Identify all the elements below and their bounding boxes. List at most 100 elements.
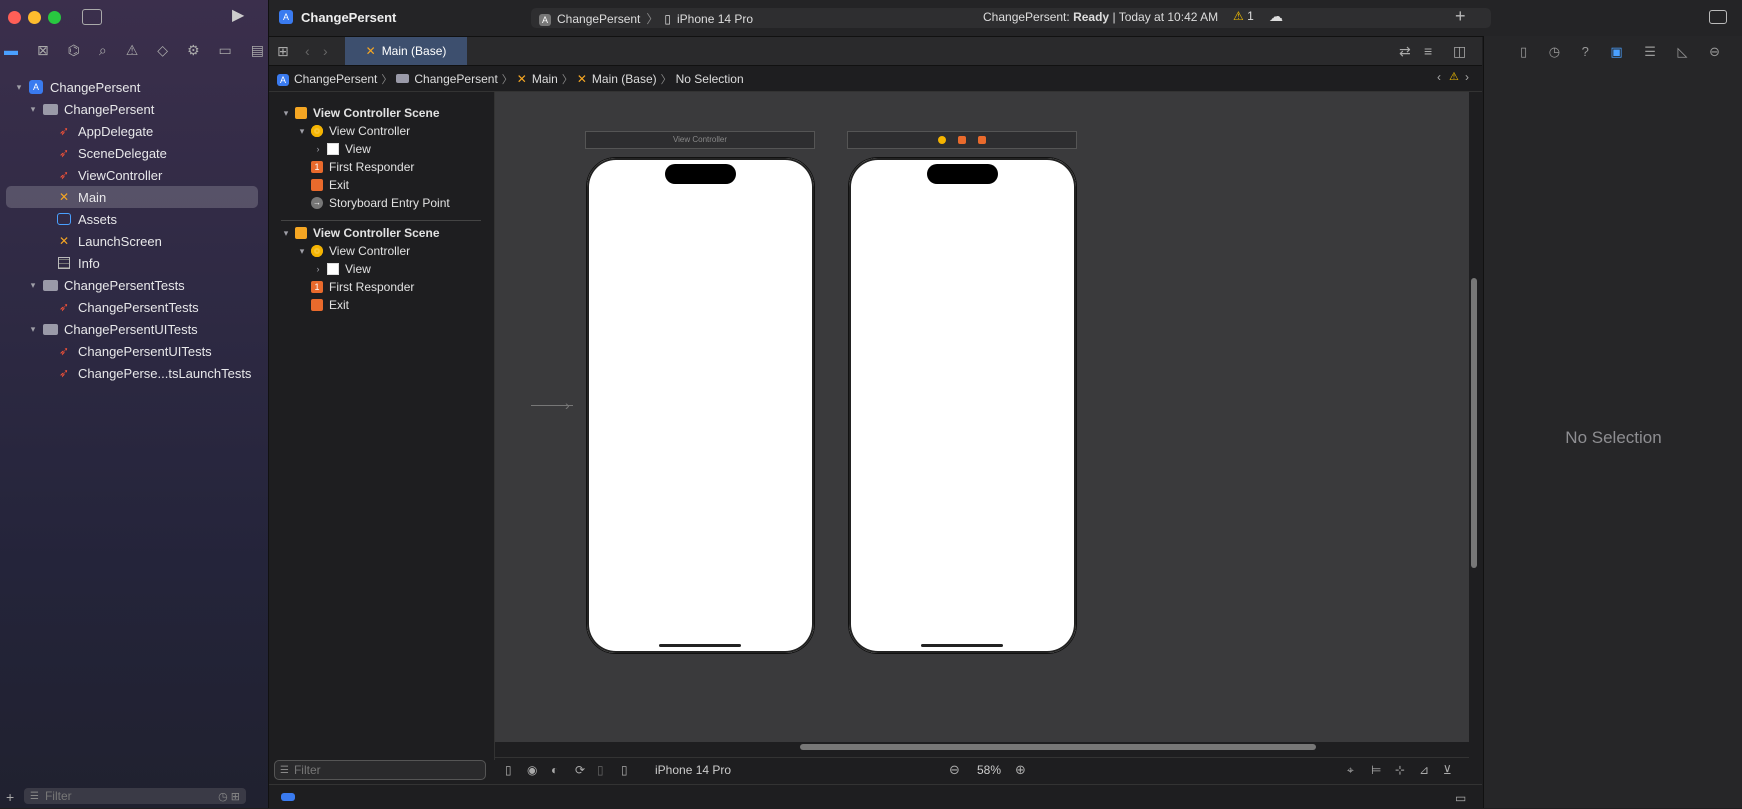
appearance-icon[interactable]: ◉ <box>527 762 537 778</box>
tree-item-swift[interactable]: ➶ ViewController <box>6 164 258 186</box>
scene-dock-1[interactable]: View Controller <box>585 131 815 149</box>
split-editor-icon[interactable]: ◫ <box>1453 43 1466 59</box>
disclosure-icon[interactable]: ▾ <box>28 104 38 115</box>
history-icon[interactable]: ◷ <box>1549 44 1560 60</box>
report-icon[interactable]: ▤ <box>251 42 264 60</box>
grid-icon[interactable]: ⊞ <box>277 43 289 59</box>
tree-item-storyboard[interactable]: ✕ Main <box>6 186 258 208</box>
add-icon[interactable]: + <box>6 789 14 805</box>
warning-icon[interactable]: ⚠ <box>1449 70 1459 83</box>
editor-options-icon[interactable]: ≡ <box>1424 43 1432 59</box>
outline-view-controller[interactable]: ▾ View Controller <box>297 242 491 260</box>
tree-item-swift[interactable]: ➶ ChangePerse...tsLaunchTests <box>6 362 258 384</box>
warning-badge[interactable]: ⚠ 1 <box>1233 9 1254 23</box>
search-icon[interactable]: ⌕ <box>99 42 107 60</box>
connections-inspector-icon[interactable]: ⊖ <box>1709 44 1720 60</box>
symbol-icon[interactable]: ⌬ <box>68 42 80 60</box>
breadcrumb-item[interactable]: ChangePersent <box>414 72 497 86</box>
breadcrumb-item[interactable]: No Selection <box>676 72 744 86</box>
device-icon[interactable]: ▯ <box>621 762 628 778</box>
tree-item-folder[interactable]: ▾ ChangePersent <box>6 98 258 120</box>
zoom-in-icon[interactable]: ⊕ <box>1015 762 1026 778</box>
disclosure-icon[interactable]: ▾ <box>14 82 24 93</box>
tree-item-swift[interactable]: ➶ SceneDelegate <box>6 142 258 164</box>
breakpoint-icon[interactable]: ▭ <box>219 42 232 60</box>
scene-header[interactable]: ▾ View Controller Scene <box>281 104 491 122</box>
breadcrumb-item[interactable]: ChangePersent <box>294 72 377 86</box>
outline-view[interactable]: › View <box>313 260 491 278</box>
outline-exit[interactable]: Exit <box>311 176 491 194</box>
outline-toggle-icon[interactable]: ▯ <box>505 762 512 778</box>
folder-icon[interactable]: ▬ <box>4 42 18 60</box>
exit-icon[interactable] <box>978 136 986 144</box>
view-controller-icon[interactable] <box>938 136 946 144</box>
scene-dock-2[interactable] <box>847 131 1077 149</box>
outline-first-responder[interactable]: 1 First Responder <box>311 158 491 176</box>
outline-view[interactable]: › View <box>313 140 491 158</box>
scheme-selector[interactable]: A ChangePersent 〉 ▯ iPhone 14 Pro <box>539 10 753 27</box>
previous-issue-icon[interactable]: ‹ <box>1437 70 1441 84</box>
breadcrumb-item[interactable]: Main (Base) <box>592 72 657 86</box>
device-selector[interactable]: iPhone 14 Pro <box>655 763 731 777</box>
issue-icon[interactable]: ⚠ <box>126 42 139 60</box>
tree-item-folder[interactable]: ▾ ChangePersentTests <box>6 274 258 296</box>
scene-header[interactable]: ▾ View Controller Scene <box>281 224 491 242</box>
inspector-toggle-icon[interactable] <box>1709 10 1727 24</box>
file-inspector-icon[interactable]: ▯ <box>1520 44 1527 60</box>
tree-item-swift[interactable]: ➶ ChangePersentTests <box>6 296 258 318</box>
tree-item-swift[interactable]: ➶ AppDelegate <box>6 120 258 142</box>
outline-exit[interactable]: Exit <box>311 296 491 314</box>
contrast-icon[interactable]: ◐ <box>551 762 558 778</box>
forward-icon[interactable]: › <box>323 43 328 59</box>
run-button[interactable]: ▶ <box>232 8 244 24</box>
test-icon[interactable]: ◇ <box>157 42 168 60</box>
attributes-inspector-icon[interactable]: ☰ <box>1644 44 1656 60</box>
embed-icon[interactable]: ⊻ <box>1443 762 1452 778</box>
cloud-icon[interactable]: ☁ <box>1269 8 1283 25</box>
tree-item-swift[interactable]: ➶ ChangePersentUITests <box>6 340 258 362</box>
size-inspector-icon[interactable]: ◺ <box>1678 44 1688 60</box>
add-library-icon[interactable]: + <box>1455 6 1466 27</box>
source-control-icon[interactable]: ⊠ <box>37 42 49 60</box>
vertical-scrollbar[interactable] <box>1471 278 1477 568</box>
breadcrumb-item[interactable]: Main <box>532 72 558 86</box>
outline-view-controller[interactable]: ▾ View Controller <box>297 122 491 140</box>
debug-icon[interactable]: ⚙ <box>187 42 200 60</box>
help-icon[interactable]: ? <box>1582 44 1589 60</box>
orientation-icon[interactable]: ⟳ <box>575 762 585 778</box>
horizontal-scrollbar[interactable] <box>800 744 1316 750</box>
outline-filter[interactable]: ☰ Filter <box>274 760 486 780</box>
recent-files-icon[interactable]: ◷ ⊞ <box>218 790 240 803</box>
phone-frame-2[interactable] <box>848 157 1077 654</box>
minimize-window-button[interactable] <box>28 11 41 24</box>
breakpoints-toggle-icon[interactable] <box>281 793 295 801</box>
sidebar-toggle-icon[interactable] <box>82 9 102 25</box>
tree-item-assets[interactable]: Assets <box>6 208 258 230</box>
update-frames-icon[interactable]: ⌖ <box>1347 762 1354 778</box>
destination-name[interactable]: iPhone 14 Pro <box>677 12 753 26</box>
disclosure-icon[interactable]: ▾ <box>28 324 38 335</box>
related-items-icon[interactable]: ⇄ <box>1399 43 1411 59</box>
add-constraints-icon[interactable]: ⊹ <box>1395 762 1405 778</box>
debug-area-toggle-icon[interactable]: ▭ <box>1455 790 1466 806</box>
tab-main-base[interactable]: ✕ Main (Base) <box>345 37 467 65</box>
storyboard-canvas[interactable]: › View Controller <box>495 92 1477 750</box>
tree-item-folder[interactable]: ▾ ChangePersentUITests <box>6 318 258 340</box>
align-icon[interactable]: ⊨ <box>1371 762 1381 778</box>
navigator-filter[interactable]: ☰ Filter ◷ ⊞ <box>24 788 246 804</box>
identity-inspector-icon[interactable]: ▣ <box>1610 44 1622 60</box>
size-class-icon[interactable]: ▯ <box>597 762 604 778</box>
zoom-window-button[interactable] <box>48 11 61 24</box>
outline-entry-point[interactable]: → Storyboard Entry Point <box>311 194 491 212</box>
next-issue-icon[interactable]: › <box>1465 70 1469 84</box>
tree-item-project[interactable]: ▾ A ChangePersent <box>6 76 258 98</box>
close-window-button[interactable] <box>8 11 21 24</box>
outline-first-responder[interactable]: 1 First Responder <box>311 278 491 296</box>
resolve-issues-icon[interactable]: ⊿ <box>1419 762 1429 778</box>
zoom-level[interactable]: 58% <box>977 763 1001 777</box>
disclosure-icon[interactable]: ▾ <box>28 280 38 291</box>
tree-item-plist[interactable]: Info <box>6 252 258 274</box>
zoom-out-icon[interactable]: ⊖ <box>949 762 960 778</box>
phone-frame-1[interactable] <box>586 157 815 654</box>
tree-item-storyboard[interactable]: ✕ LaunchScreen <box>6 230 258 252</box>
